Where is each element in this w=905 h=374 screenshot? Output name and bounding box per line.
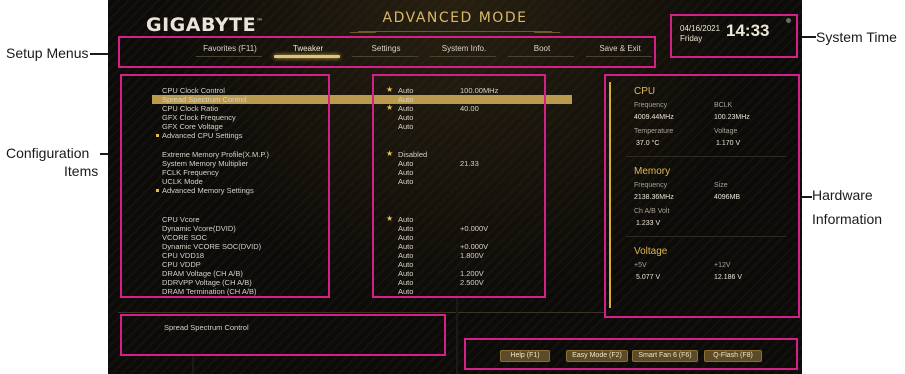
config-item-value[interactable]: Disabled xyxy=(398,150,427,159)
mode-title: ADVANCED MODE xyxy=(382,10,528,26)
config-item-value[interactable]: Auto xyxy=(398,278,413,287)
config-item-value[interactable]: Auto xyxy=(398,269,413,278)
config-item-current-value: 100.00MHz xyxy=(460,86,499,95)
config-item-label[interactable]: CPU Clock Ratio xyxy=(162,104,218,113)
config-item-value[interactable]: Auto xyxy=(398,168,413,177)
submenu-link[interactable]: Advanced CPU Settings xyxy=(156,131,242,140)
config-item-label[interactable]: CPU VDDP xyxy=(162,260,201,269)
config-item-label[interactable]: UCLK Mode xyxy=(162,177,203,186)
annotation-information: Information xyxy=(812,211,883,227)
annotation-setup-menus: Setup Menus xyxy=(6,45,89,61)
config-item-current-value: 2.500V xyxy=(460,278,484,287)
annotation-items: Items xyxy=(64,163,99,179)
favorite-star-icon[interactable]: ★ xyxy=(386,149,393,158)
config-item-label[interactable]: DRAM Termination (CH A/B) xyxy=(162,287,256,296)
annotation-box-help xyxy=(120,314,446,356)
config-item-current-value: 1.800V xyxy=(460,251,484,260)
config-item-label[interactable]: CPU VDD18 xyxy=(162,251,204,260)
config-item-value[interactable]: Auto xyxy=(398,113,413,122)
config-item-current-value: 21.33 xyxy=(460,159,479,168)
annotation-system-time: System Time xyxy=(816,29,897,45)
config-item-value[interactable]: Auto xyxy=(398,177,413,186)
config-item-label[interactable]: CPU Vcore xyxy=(162,215,200,224)
config-item-label[interactable]: CPU Clock Control xyxy=(162,86,225,95)
favorite-star-icon[interactable]: ★ xyxy=(386,85,393,94)
favorite-star-icon[interactable]: ★ xyxy=(386,103,393,112)
config-item-value[interactable]: Auto xyxy=(398,86,413,95)
favorite-star-icon[interactable]: ★ xyxy=(386,214,393,223)
bullet-icon xyxy=(156,134,159,137)
bios-screen: GIGABYTE™ ADVANCED MODE 04/16/2021 Friday… xyxy=(108,0,802,374)
config-item-current-value: 40.00 xyxy=(460,104,479,113)
config-item-label[interactable]: System Memory Multiplier xyxy=(162,159,248,168)
config-item-label[interactable]: DDRVPP Voltage (CH A/B) xyxy=(162,278,252,287)
config-item-value[interactable]: Auto xyxy=(398,95,413,104)
config-item-label[interactable]: GFX Core Voltage xyxy=(162,122,223,131)
config-item-current-value: 1.200V xyxy=(460,269,484,278)
config-item-value[interactable]: Auto xyxy=(398,287,413,296)
bullet-icon xyxy=(156,189,159,192)
config-item-label[interactable]: FCLK Frequency xyxy=(162,168,219,177)
annotation-box-hardware xyxy=(604,74,800,318)
config-item-value[interactable]: Auto xyxy=(398,251,413,260)
annotation-box-system-time xyxy=(670,14,798,58)
config-item-label[interactable]: VCORE SOC xyxy=(162,233,207,242)
config-item-current-value: +0.000V xyxy=(460,224,489,233)
config-item-label[interactable]: Extreme Memory Profile(X.M.P.) xyxy=(162,150,269,159)
divider xyxy=(118,312,605,313)
config-item-value[interactable]: Auto xyxy=(398,122,413,131)
config-item-label[interactable]: Dynamic Vcore(DVID) xyxy=(162,224,236,233)
annotation-configuration: Configuration xyxy=(6,145,90,161)
config-item-label[interactable]: GFX Clock Frequency xyxy=(162,113,236,122)
annotation-hardware: Hardware xyxy=(812,187,873,203)
config-item-label[interactable]: Spread Spectrum Control xyxy=(162,95,247,104)
config-item-value[interactable]: Auto xyxy=(398,215,413,224)
config-item-value[interactable]: Auto xyxy=(398,104,413,113)
config-item-label[interactable]: Dynamic VCORE SOC(DVID) xyxy=(162,242,261,251)
config-item-value[interactable]: Auto xyxy=(398,224,413,233)
config-item-value[interactable]: Auto xyxy=(398,260,413,269)
annotation-pointer-line xyxy=(456,298,458,374)
config-item-value[interactable]: Auto xyxy=(398,159,413,168)
config-item-value[interactable]: Auto xyxy=(398,233,413,242)
config-item-value[interactable]: Auto xyxy=(398,242,413,251)
config-item-current-value: +0.000V xyxy=(460,242,489,251)
annotation-box-buttons xyxy=(464,338,798,370)
brand-logo: GIGABYTE™ xyxy=(146,14,264,36)
config-item-label[interactable]: DRAM Voltage (CH A/B) xyxy=(162,269,243,278)
submenu-link[interactable]: Advanced Memory Settings xyxy=(156,186,254,195)
annotation-box-setup-menus xyxy=(118,36,656,68)
annotation-pointer-line xyxy=(192,356,194,374)
